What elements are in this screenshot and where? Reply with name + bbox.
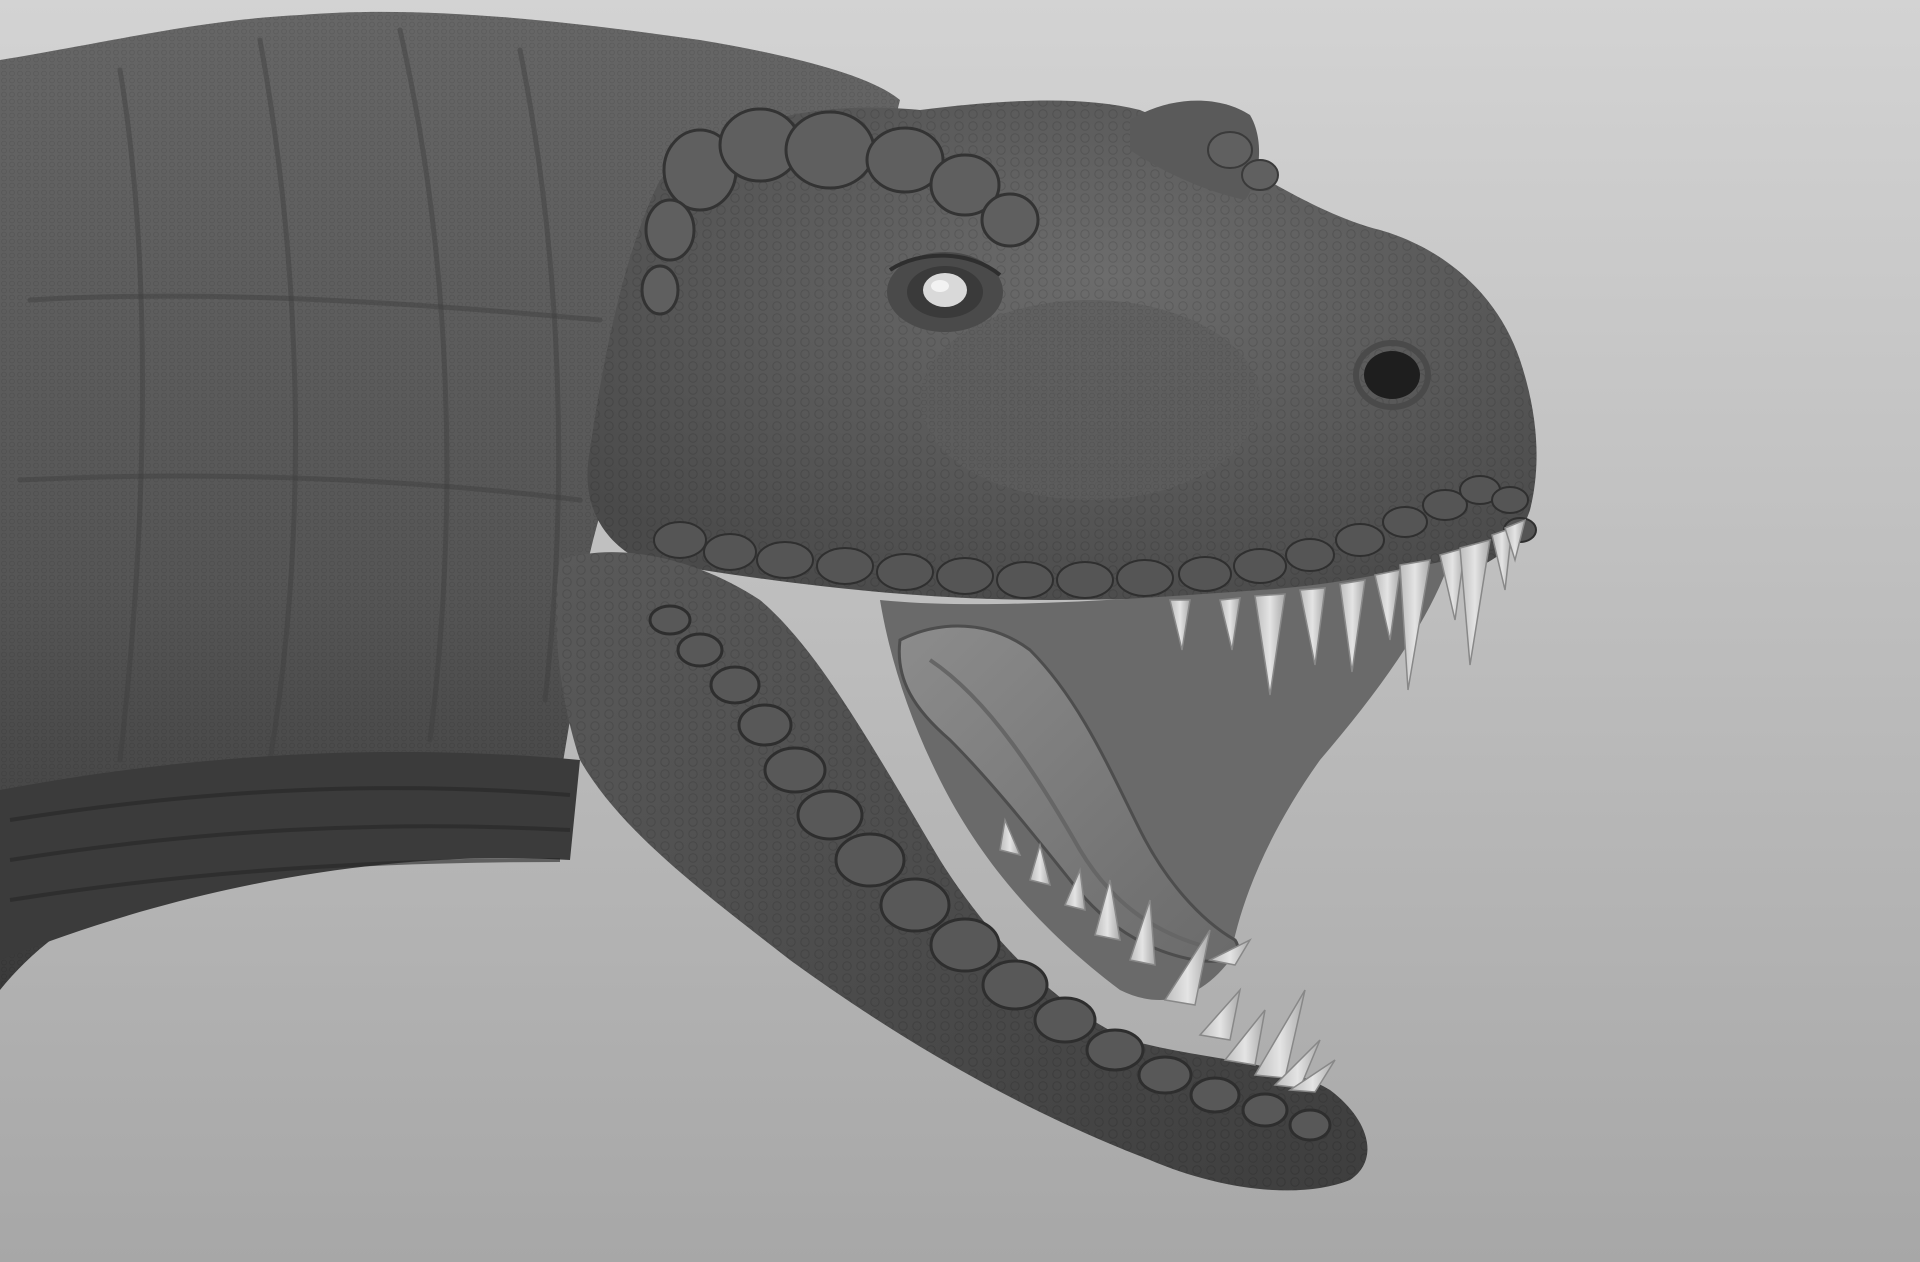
nostril bbox=[1353, 340, 1431, 410]
viewport bbox=[0, 0, 1920, 1262]
dinosaur-render bbox=[0, 0, 1920, 1262]
eye bbox=[887, 252, 1003, 332]
